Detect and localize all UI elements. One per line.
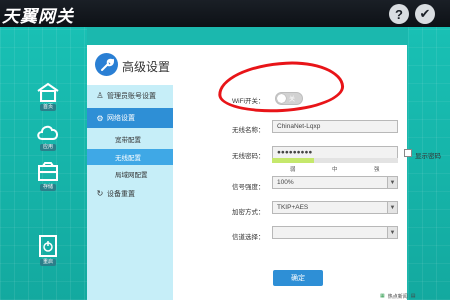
- strength-weak-label: 弱: [290, 167, 296, 173]
- signal-value: 100%: [277, 179, 294, 186]
- ssid-label: 无线名称：: [232, 127, 265, 134]
- left-nav: 首页 应用 存储 重启: [0, 27, 87, 300]
- home-icon: [37, 82, 59, 102]
- news-icon: ▦: [380, 293, 385, 299]
- ssid-field[interactable]: ChinaNet-Lqxp: [272, 120, 398, 133]
- confirm-button[interactable]: 确定: [273, 270, 323, 286]
- submenu-lan[interactable]: 局域网配置: [87, 166, 173, 182]
- password-label: 无线密码：: [232, 153, 265, 160]
- grid-icon: ▤: [410, 293, 416, 299]
- strength-bar-strong: [356, 158, 398, 163]
- storage-icon: [38, 162, 58, 181]
- chevron-down-icon: ▼: [387, 177, 397, 188]
- nav-restart-label: 重启: [39, 259, 56, 266]
- news-label[interactable]: 热点新闻: [388, 293, 408, 300]
- settings-menu: ♙ 管理员账号设置 ⚙ 网络设置 宽带配置 无线配置 局域网配置 ↻ 设备重置: [87, 85, 173, 300]
- strength-strong-label: 强: [374, 167, 380, 173]
- right-background: [408, 27, 450, 300]
- help-icon[interactable]: ?: [389, 4, 409, 24]
- nav-storage-label: 存储: [39, 184, 56, 191]
- chevron-down-icon: ▼: [387, 202, 397, 213]
- menu-item-label: 网络设置: [107, 115, 135, 122]
- submenu-broadband[interactable]: 宽带配置: [87, 131, 173, 147]
- show-password-label: 显示密码: [415, 153, 441, 160]
- top-bar: 天翼网关 ? ✔: [0, 0, 450, 27]
- nav-restart[interactable]: 重启: [33, 235, 63, 266]
- menu-item-network[interactable]: ⚙ 网络设置: [87, 108, 173, 128]
- channel-label: 信道选择：: [232, 234, 265, 241]
- nav-home-label: 首页: [39, 104, 56, 111]
- menu-item-label: 管理员账号设置: [107, 92, 156, 100]
- encrypt-select[interactable]: TKIP+AES ▼: [272, 201, 398, 214]
- power-icon: [39, 235, 57, 257]
- nav-apps[interactable]: 应用: [33, 122, 63, 151]
- menu-item-label: 设备重置: [107, 190, 135, 198]
- wrench-icon: [95, 53, 118, 76]
- encrypt-label: 加密方式：: [232, 209, 265, 216]
- nav-home[interactable]: 首页: [33, 82, 63, 111]
- logout-icon[interactable]: ✔: [415, 4, 435, 24]
- signal-label: 信号强度：: [232, 184, 265, 191]
- chevron-down-icon: ▼: [387, 227, 397, 238]
- status-bar: ▦ 热点新闻 ▤: [380, 292, 450, 300]
- nav-storage[interactable]: 存储: [33, 162, 63, 191]
- show-password-checkbox[interactable]: [404, 149, 412, 157]
- submenu-wireless[interactable]: 无线配置: [87, 149, 173, 165]
- menu-item-admin[interactable]: ♙ 管理员账号设置: [87, 87, 173, 104]
- nav-apps-label: 应用: [39, 144, 56, 151]
- strength-bar-weak: [272, 158, 314, 163]
- signal-select[interactable]: 100% ▼: [272, 176, 398, 189]
- menu-item-restore[interactable]: ↻ 设备重置: [87, 185, 173, 202]
- channel-select[interactable]: ▼: [272, 226, 398, 239]
- cloud-icon: [37, 125, 58, 140]
- reset-icon: ↻: [96, 189, 104, 198]
- brand-logo: 天翼网关: [2, 7, 74, 27]
- panel-header: 高级设置: [87, 45, 173, 85]
- strength-mid-label: 中: [332, 167, 338, 173]
- user-icon: ♙: [96, 91, 104, 100]
- encrypt-value: TKIP+AES: [277, 204, 309, 211]
- panel-title: 高级设置: [122, 60, 171, 74]
- gear-icon: ⚙: [96, 113, 104, 123]
- strength-bar-mid: [314, 158, 356, 163]
